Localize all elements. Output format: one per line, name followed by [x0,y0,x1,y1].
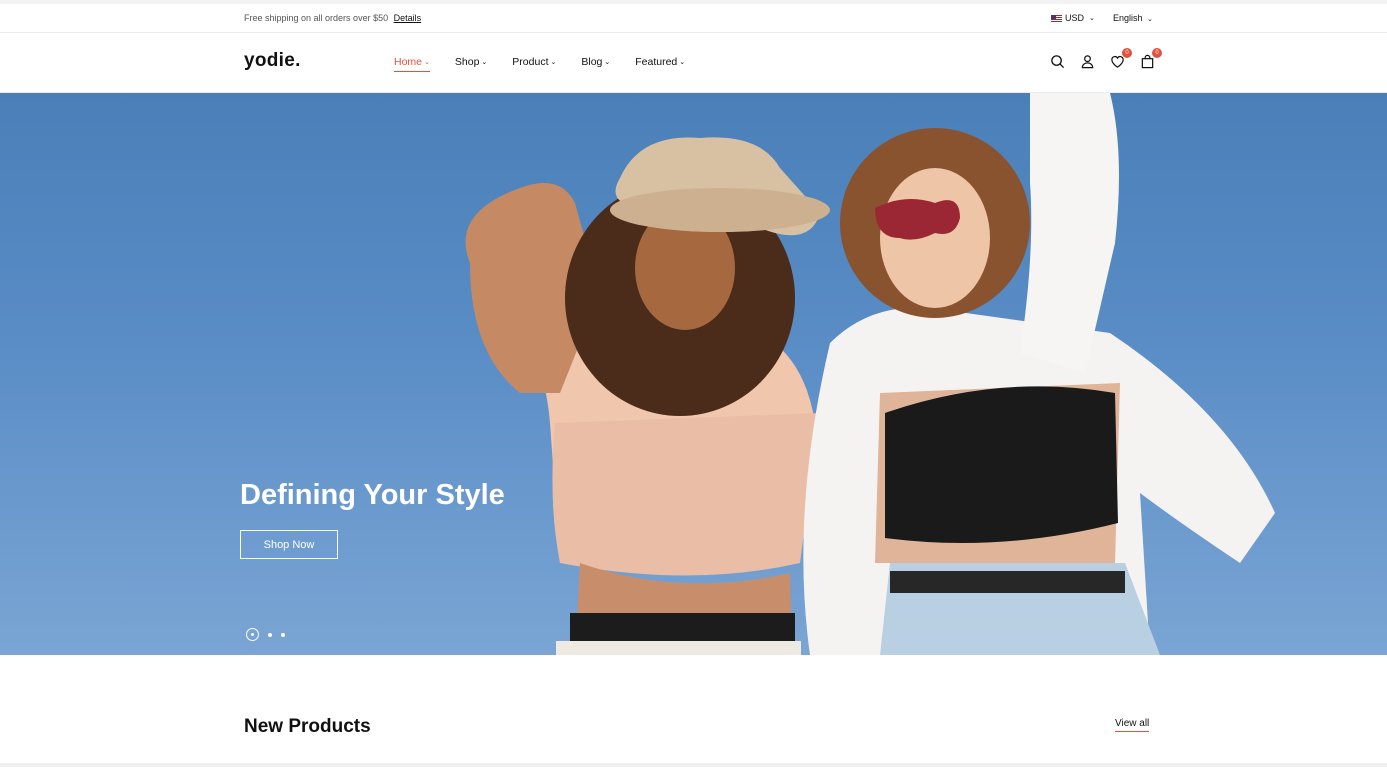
section-divider [0,763,1387,767]
nav-item-label: Home [394,56,423,68]
chevron-down-icon: ⌄ [550,59,557,66]
site-header: yodie. Home ⌄ Shop ⌄ Product ⌄ Blog ⌄ Featur… [0,33,1387,93]
language-selector[interactable]: English ⌄ [1113,13,1153,23]
language-label: English [1113,13,1143,23]
shipping-text: Free shipping on all orders over $50 [244,13,389,23]
hero-title: Defining Your Style [240,479,505,511]
details-link[interactable]: Details [394,13,422,23]
currency-label: USD [1065,13,1085,23]
main-nav: Home ⌄ Shop ⌄ Product ⌄ Blog ⌄ Featured ⌄ [394,56,710,72]
chevron-down-icon: ⌄ [424,59,430,66]
cart-icon[interactable]: 0 [1139,48,1162,70]
slide-dot-1[interactable] [246,628,259,641]
chevron-down-icon: ⌄ [481,59,488,66]
account-icon[interactable] [1079,53,1096,70]
hero-slider: Defining Your Style Shop Now [0,93,1387,655]
new-products-title: New Products [244,716,371,737]
site-logo[interactable]: yodie. [244,50,301,72]
nav-item-home[interactable]: Home ⌄ [394,56,430,72]
slide-dot-3[interactable] [281,632,285,637]
nav-item-featured[interactable]: Featured ⌄ [635,56,685,68]
shop-now-button[interactable]: Shop Now [240,530,338,559]
nav-item-label: Shop [454,56,480,68]
top-announcement-bar: Free shipping on all orders over $50 Det… [0,0,1387,33]
nav-item-shop[interactable]: Shop ⌄ [455,56,487,68]
shipping-notice: Free shipping on all orders over $50 Det… [244,13,421,23]
header-actions: 0 0 [1049,48,1162,70]
nav-item-blog[interactable]: Blog ⌄ [581,56,610,68]
currency-selector[interactable]: USD ⌄ [1051,13,1095,23]
chevron-down-icon: ⌄ [679,59,686,66]
nav-item-label: Blog [581,56,603,68]
nav-item-label: Featured [635,56,678,68]
chevron-down-icon: ⌄ [604,59,611,66]
cart-count-badge: 0 [1152,48,1162,58]
chevron-down-icon: ⌄ [1147,16,1153,23]
hero-image [465,93,1275,655]
slide-dot-2[interactable] [268,632,272,637]
nav-item-product[interactable]: Product ⌄ [512,56,556,68]
view-all-link[interactable]: View all [1115,718,1150,732]
nav-item-label: Product [512,56,549,68]
wishlist-count-badge: 0 [1122,48,1132,58]
wishlist-icon[interactable]: 0 [1109,48,1132,70]
chevron-down-icon: ⌄ [1089,15,1095,22]
us-flag-icon [1051,14,1062,22]
slider-pagination [246,628,285,641]
search-icon[interactable] [1049,53,1066,70]
